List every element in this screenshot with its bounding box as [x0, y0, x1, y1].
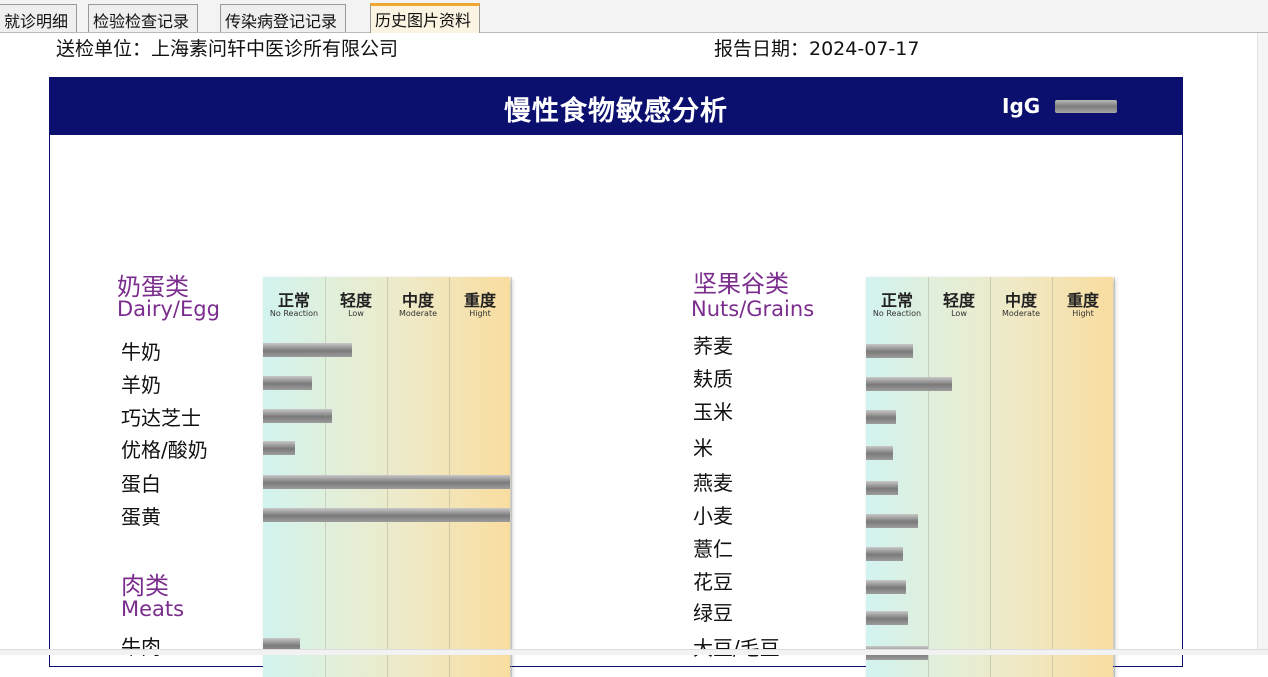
column-subheader: No Reaction — [269, 309, 319, 318]
food-item-label: 玉米 — [693, 400, 733, 424]
column-subheader: Moderate — [398, 309, 438, 318]
food-item-label: 薏仁 — [693, 537, 733, 561]
column-header: 重度 — [1066, 291, 1099, 310]
result-bar — [866, 410, 896, 424]
bottom-edge — [0, 649, 1268, 655]
report-date: 报告日期：2024-07-17 — [714, 38, 920, 60]
column-header: 轻度 — [942, 291, 975, 310]
result-bar — [866, 514, 918, 528]
food-item-label: 麸质 — [693, 367, 733, 391]
result-bar — [866, 547, 903, 561]
result-bar — [866, 481, 898, 495]
right-column-1: 轻度 Low — [928, 277, 991, 677]
column-header: 轻度 — [339, 291, 372, 310]
legend-bar — [1055, 100, 1117, 113]
result-grid-left: 正常 No Reaction 轻度 Low 中度 Moderate 重度 Hight — [263, 277, 512, 677]
food-item-label: 蛋白 — [121, 472, 161, 496]
column-subheader: Hight — [469, 309, 491, 318]
food-item-label: 巧达芝士 — [121, 406, 201, 430]
food-item-label: 优格/酸奶 — [121, 438, 208, 462]
result-bar — [866, 446, 893, 460]
result-bar — [263, 508, 510, 522]
result-bar — [263, 409, 332, 423]
food-item-label: 燕麦 — [693, 471, 733, 495]
report-panel: 慢性食物敏感分析 IgG 奶蛋类 Dairy/Egg 肉类 Meats 坚果谷类… — [49, 77, 1183, 677]
tab-label: 历史图片资料 — [375, 11, 472, 30]
legend-label: IgG — [1002, 94, 1041, 118]
vertical-scrollbar[interactable] — [1257, 33, 1268, 654]
group-subtitle-meats: Meats — [121, 597, 185, 621]
column-header: 中度 — [1004, 291, 1037, 310]
food-item-label: 羊奶 — [121, 373, 161, 397]
food-item-label: 牛肉 — [121, 635, 161, 659]
group-subtitle-dairy: Dairy/Egg — [117, 297, 220, 321]
result-bar — [263, 343, 352, 357]
result-bar — [263, 441, 295, 455]
sender-unit: 送检单位：上海素问轩中医诊所有限公司 — [56, 38, 399, 60]
result-bar — [263, 475, 510, 489]
food-item-label: 小麦 — [693, 504, 733, 528]
column-header: 正常 — [277, 291, 310, 310]
tab-lab-records[interactable]: 检验检查记录 — [88, 4, 199, 32]
group-title-nuts: 坚果谷类 — [693, 270, 789, 298]
group-title-meats: 肉类 — [121, 572, 169, 600]
food-item-label: 绿豆 — [693, 601, 733, 625]
right-column-2: 中度 Moderate — [990, 277, 1053, 677]
column-header: 中度 — [401, 291, 434, 310]
result-bar — [866, 377, 952, 391]
result-bar — [866, 580, 906, 594]
tab-label: 传染病登记记录 — [225, 12, 338, 31]
group-subtitle-nuts: Nuts/Grains — [691, 297, 815, 321]
result-grid-right: 正常 No Reaction 轻度 Low 中度 Moderate 重度 Hight — [866, 277, 1115, 677]
food-item-label: 米 — [693, 436, 713, 460]
column-subheader: Moderate — [1001, 309, 1041, 318]
column-subheader: Hight — [1072, 309, 1094, 318]
food-item-label: 大豆/毛豆 — [693, 636, 780, 660]
food-item-label: 牛奶 — [121, 340, 161, 364]
column-subheader: No Reaction — [872, 309, 922, 318]
column-subheader: Low — [348, 309, 364, 318]
column-header: 重度 — [463, 291, 496, 310]
column-subheader: Low — [951, 309, 967, 318]
tab-visit-details[interactable]: 就诊明细 — [0, 4, 78, 32]
food-item-label: 荞麦 — [693, 334, 733, 358]
result-bar — [866, 344, 913, 358]
result-bar — [866, 611, 908, 625]
tab-history-images[interactable]: 历史图片资料 — [370, 3, 481, 33]
column-header: 正常 — [880, 291, 913, 310]
tab-bar: 就诊明细 检验检查记录 传染病登记记录 历史图片资料 — [0, 0, 1268, 33]
food-item-label: 蛋黄 — [121, 505, 161, 529]
tab-infectious-records[interactable]: 传染病登记记录 — [220, 4, 347, 32]
tab-label: 检验检查记录 — [93, 12, 190, 31]
right-column-3: 重度 Hight — [1052, 277, 1115, 677]
result-bar — [263, 376, 312, 390]
report-banner: 慢性食物敏感分析 IgG — [50, 78, 1182, 135]
tab-label: 就诊明细 — [4, 12, 69, 31]
food-item-label: 花豆 — [693, 570, 733, 594]
